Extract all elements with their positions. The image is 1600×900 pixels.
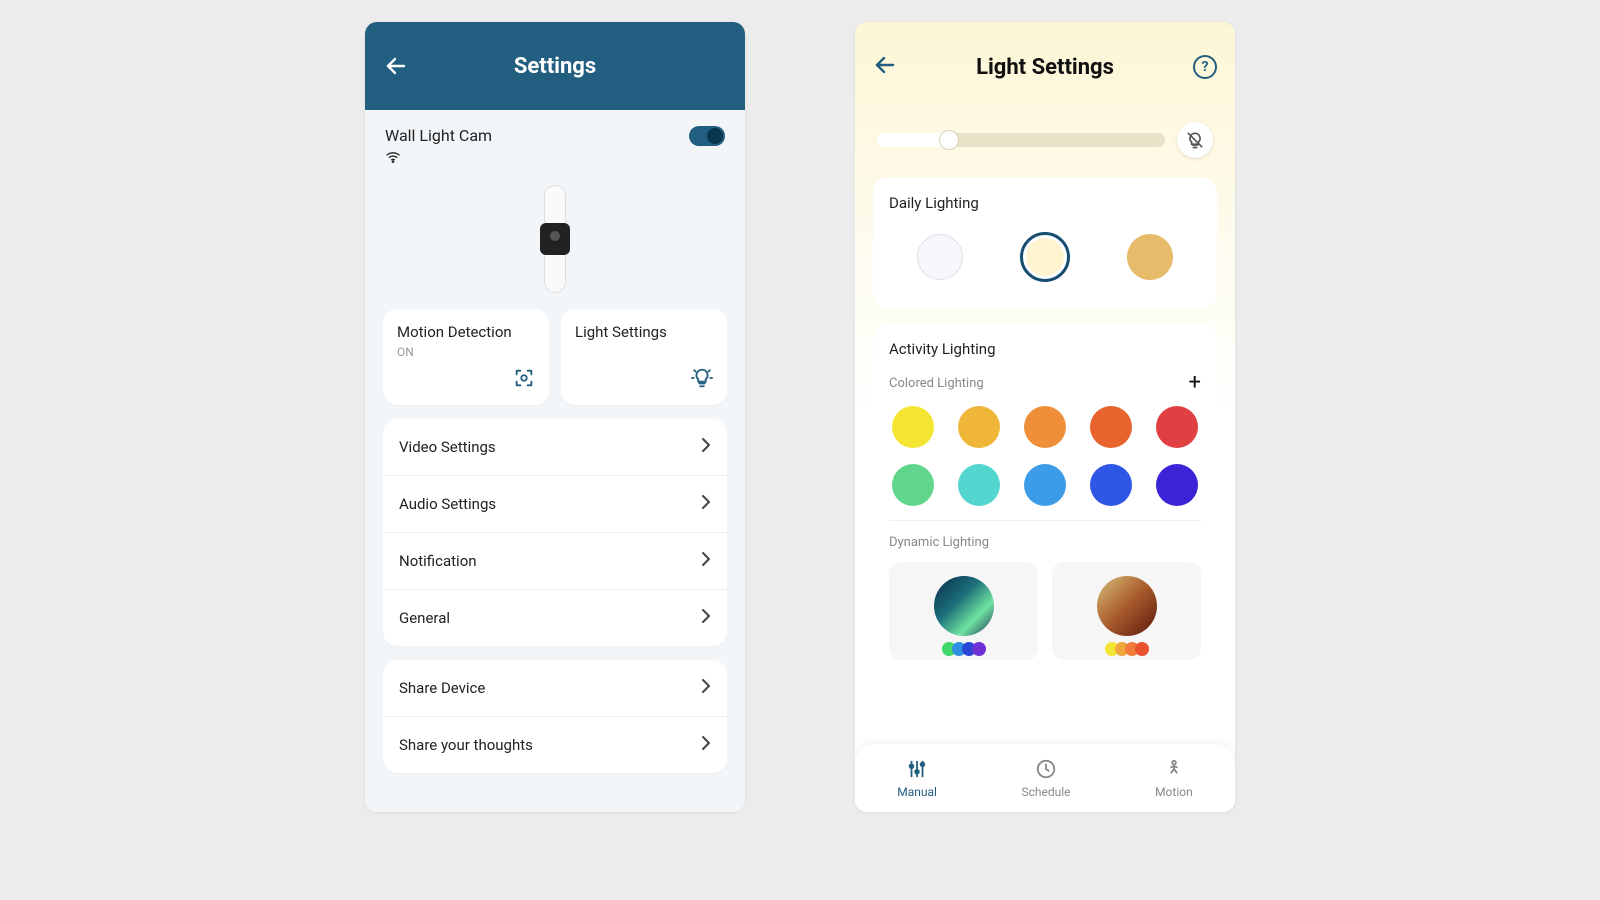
tab-label: Motion xyxy=(1155,785,1193,799)
list-item-label: General xyxy=(399,609,450,627)
daily-swatch-0[interactable] xyxy=(917,234,963,280)
settings-item-share-device[interactable]: Share Device xyxy=(383,660,727,717)
dynamic-row xyxy=(889,562,1201,660)
card-title: Light Settings xyxy=(575,323,713,341)
slider-thumb[interactable] xyxy=(939,130,959,150)
dynamic-card-1[interactable] xyxy=(1052,562,1201,660)
sliders-icon xyxy=(906,758,928,783)
tab-label: Schedule xyxy=(1022,785,1071,799)
light-header: Light Settings ? xyxy=(855,22,1235,112)
brightness-slider[interactable] xyxy=(877,133,1165,147)
motion-icon xyxy=(1163,758,1185,783)
light-off-button[interactable] xyxy=(1177,122,1213,158)
settings-item-audio-settings[interactable]: Audio Settings xyxy=(383,476,727,533)
quick-cards: Motion Detection ON Light Settings xyxy=(383,309,727,405)
colored-lighting-label: Colored Lighting xyxy=(889,376,984,391)
light-off-icon xyxy=(1185,130,1205,150)
list-item-label: Share Device xyxy=(399,679,485,697)
color-swatch-5[interactable] xyxy=(892,464,934,506)
list-item-label: Video Settings xyxy=(399,438,496,456)
colored-lighting-header: Colored Lighting + xyxy=(889,372,1201,394)
arrow-left-icon xyxy=(384,54,408,78)
device-image xyxy=(383,183,727,295)
chevron-right-icon xyxy=(701,608,711,628)
settings-list-b: Share Device Share your thoughts xyxy=(383,660,727,773)
color-swatch-7[interactable] xyxy=(1024,464,1066,506)
settings-screen: Settings Wall Light Cam Motion Detection… xyxy=(365,22,745,812)
daily-swatch-row xyxy=(889,226,1201,292)
settings-item-general[interactable]: General xyxy=(383,590,727,646)
tab-motion[interactable]: Motion xyxy=(1155,758,1193,799)
back-button[interactable] xyxy=(383,53,409,79)
dynamic-preview-0 xyxy=(934,576,994,636)
daily-swatch-1[interactable] xyxy=(1020,232,1070,282)
power-toggle[interactable] xyxy=(689,126,725,146)
list-item-label: Share your thoughts xyxy=(399,736,533,754)
chevron-right-icon xyxy=(701,551,711,571)
color-swatch-1[interactable] xyxy=(958,406,1000,448)
tab-schedule[interactable]: Schedule xyxy=(1022,758,1071,799)
settings-item-video-settings[interactable]: Video Settings xyxy=(383,419,727,476)
daily-swatch-2[interactable] xyxy=(1127,234,1173,280)
device-info: Wall Light Cam xyxy=(385,126,492,169)
tab-manual[interactable]: Manual xyxy=(897,758,937,799)
dynamic-dots-1 xyxy=(1105,642,1149,656)
device-name: Wall Light Cam xyxy=(385,126,492,145)
color-swatch-6[interactable] xyxy=(958,464,1000,506)
motion-icon xyxy=(513,367,535,393)
settings-list-a: Video Settings Audio Settings Notification… xyxy=(383,419,727,646)
settings-item-notification[interactable]: Notification xyxy=(383,533,727,590)
chevron-right-icon xyxy=(701,678,711,698)
color-swatch-2[interactable] xyxy=(1024,406,1066,448)
dynamic-lighting-label: Dynamic Lighting xyxy=(889,535,989,550)
page-title: Light Settings xyxy=(976,55,1114,80)
device-row: Wall Light Cam xyxy=(383,122,727,169)
color-swatch-8[interactable] xyxy=(1090,464,1132,506)
chevron-right-icon xyxy=(701,437,711,457)
dynamic-preview-1 xyxy=(1097,576,1157,636)
chevron-right-icon xyxy=(701,735,711,755)
settings-body: Wall Light Cam Motion Detection ON xyxy=(365,104,745,812)
daily-lighting-section: Daily Lighting xyxy=(873,178,1217,308)
camera-illustration xyxy=(528,185,582,293)
color-swatch-9[interactable] xyxy=(1156,464,1198,506)
settings-item-share-your-thoughts[interactable]: Share your thoughts xyxy=(383,717,727,773)
dynamic-dots-0 xyxy=(942,642,986,656)
list-item-label: Notification xyxy=(399,552,477,570)
section-title: Daily Lighting xyxy=(889,194,1201,212)
activity-lighting-section: Activity Lighting Colored Lighting + Dyn… xyxy=(873,324,1217,668)
arrow-left-icon xyxy=(873,53,897,77)
lightbulb-icon xyxy=(691,367,713,393)
page-title: Settings xyxy=(514,54,596,79)
card-status: ON xyxy=(397,345,535,359)
wifi-icon xyxy=(385,149,492,169)
color-swatch-3[interactable] xyxy=(1090,406,1132,448)
brightness-row xyxy=(873,112,1217,162)
motion-detection-card[interactable]: Motion Detection ON xyxy=(383,309,549,405)
clock-icon xyxy=(1035,758,1057,783)
light-body: Daily Lighting Activity Lighting Colored… xyxy=(855,112,1235,668)
list-item-label: Audio Settings xyxy=(399,495,496,513)
tab-label: Manual xyxy=(897,785,937,799)
add-color-button[interactable]: + xyxy=(1189,372,1201,394)
light-settings-screen: Light Settings ? Daily Lighting Activity… xyxy=(855,22,1235,812)
tab-bar: Manual Schedule Motion xyxy=(855,744,1235,812)
back-button[interactable] xyxy=(873,53,897,81)
color-swatch-4[interactable] xyxy=(1156,406,1198,448)
section-title: Activity Lighting xyxy=(889,340,1201,358)
color-swatch-0[interactable] xyxy=(892,406,934,448)
help-button[interactable]: ? xyxy=(1193,55,1217,79)
dynamic-lighting-header: Dynamic Lighting xyxy=(889,535,1201,550)
question-icon: ? xyxy=(1202,59,1209,75)
light-settings-card[interactable]: Light Settings xyxy=(561,309,727,405)
dynamic-card-0[interactable] xyxy=(889,562,1038,660)
card-title: Motion Detection xyxy=(397,323,535,341)
settings-header: Settings xyxy=(365,22,745,110)
chevron-right-icon xyxy=(701,494,711,514)
color-grid xyxy=(889,406,1201,521)
